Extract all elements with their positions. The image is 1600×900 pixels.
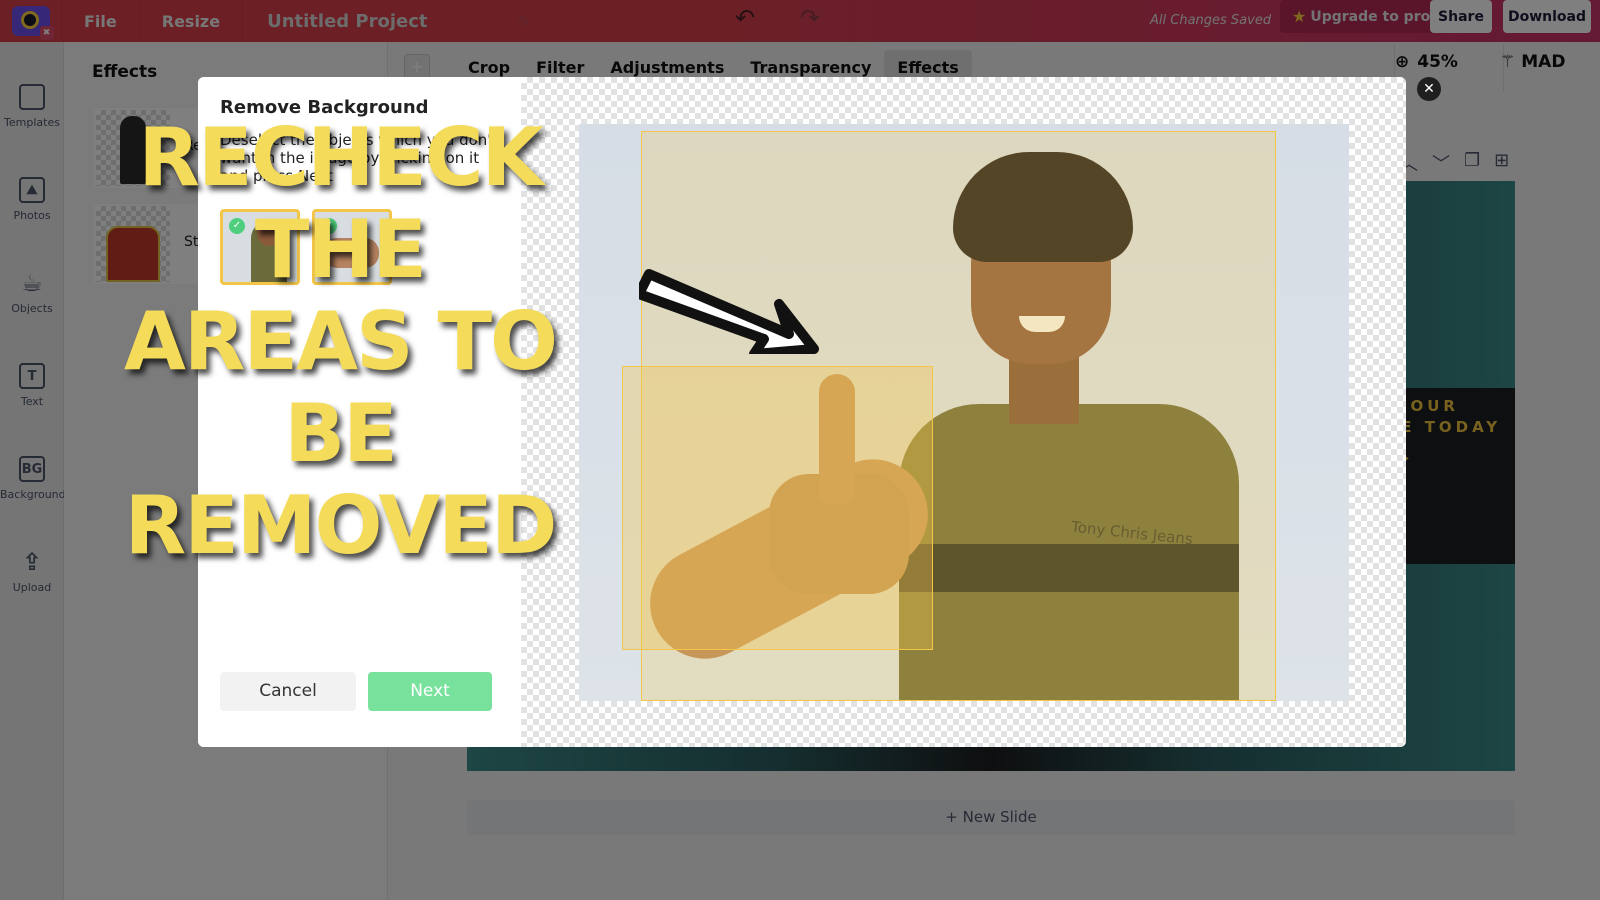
image-preview-area: Tony Chris Jeans [521,77,1406,747]
selection-box-hand[interactable] [622,366,933,650]
cancel-button[interactable]: Cancel [220,672,356,711]
headline-line: AREAS TO BE [123,295,558,480]
preview-photo: Tony Chris Jeans [579,124,1349,701]
annotation-arrow-icon [639,269,819,354]
headline-annotation: RECHECK THE AREAS TO BE REMOVED [70,112,610,572]
headline-line: REMOVED [124,479,558,572]
editor-app: ✖ File Resize Untitled Project ✎ ↶ ↷ All… [0,0,1600,900]
next-button[interactable]: Next [368,672,492,711]
headline-line: RECHECK THE [138,111,543,296]
close-icon[interactable]: ✕ [1417,77,1441,101]
